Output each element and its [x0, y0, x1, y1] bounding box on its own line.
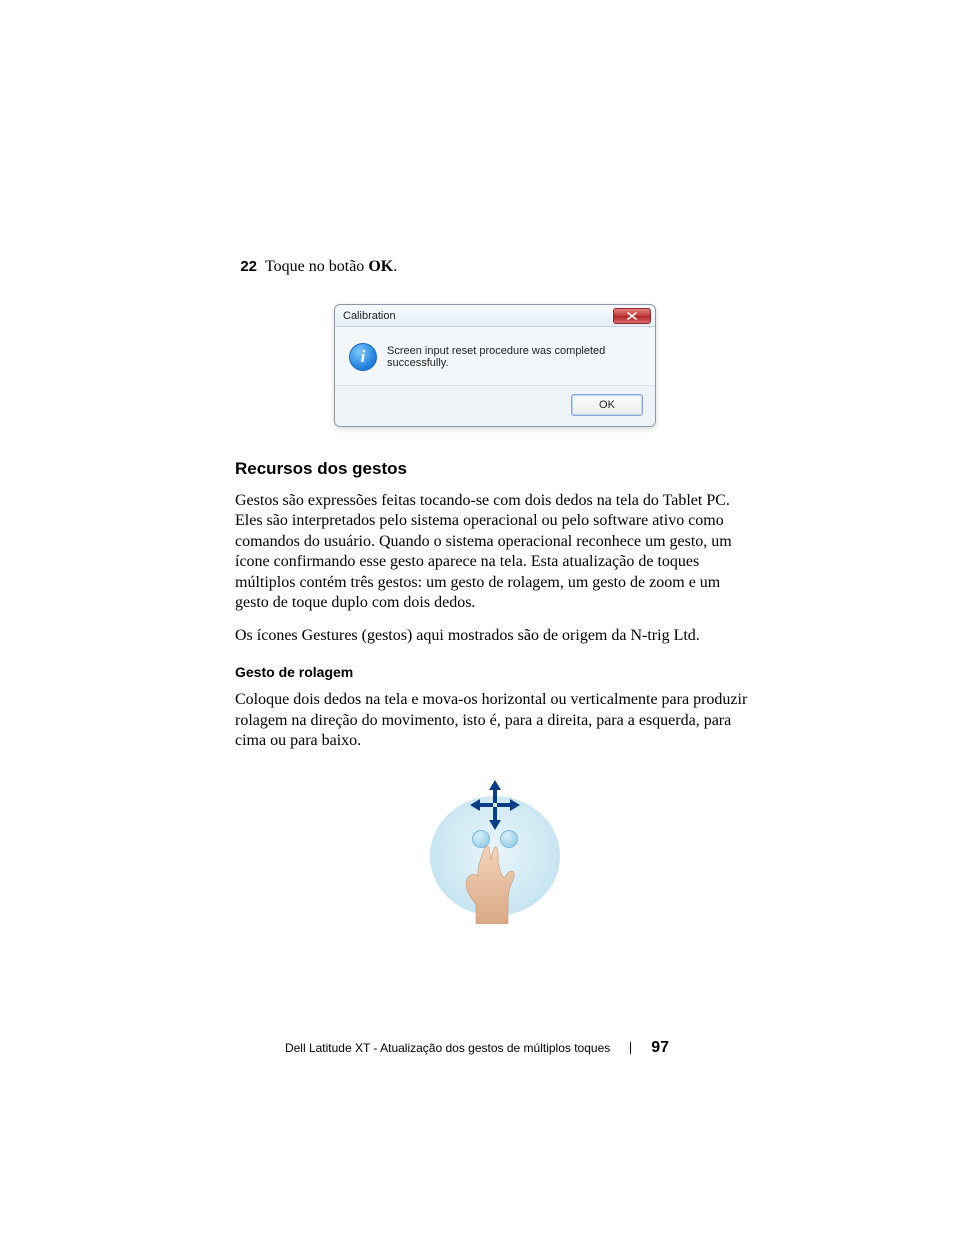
calibration-dialog: Calibration i Screen input reset procedu… [334, 304, 656, 427]
footer-page-number: 97 [651, 1039, 669, 1057]
dialog-title: Calibration [343, 310, 396, 322]
page-footer: Dell Latitude XT - Atualização dos gesto… [0, 1039, 954, 1057]
section-heading: Recursos dos gestos [235, 459, 755, 479]
dialog-titlebar: Calibration [335, 305, 655, 327]
subsection-paragraph: Coloque dois dedos na tela e mova-os hor… [235, 690, 755, 751]
move-arrows-icon [470, 780, 520, 830]
section-paragraph-2: Os ícones Gestures (gestos) aqui mostrad… [235, 626, 755, 646]
numbered-step: 22 Toque no botão OK. [235, 258, 755, 276]
step-number: 22 [235, 258, 257, 276]
footer-separator [630, 1042, 631, 1054]
dialog-screenshot: Calibration i Screen input reset procedu… [235, 304, 755, 427]
step-text: Toque no botão OK. [265, 258, 397, 276]
close-icon [627, 312, 637, 320]
close-button[interactable] [613, 308, 651, 324]
scroll-gesture-figure [235, 774, 755, 924]
dialog-message: Screen input reset procedure was complet… [387, 345, 641, 369]
dialog-actions: OK [335, 386, 655, 426]
dialog-body: i Screen input reset procedure was compl… [335, 327, 655, 386]
subsection-heading: Gesto de rolagem [235, 664, 755, 680]
footer-title: Dell Latitude XT - Atualização dos gesto… [285, 1041, 610, 1055]
info-icon: i [349, 343, 377, 371]
hand-icon [460, 846, 530, 924]
ok-button[interactable]: OK [571, 394, 643, 416]
section-paragraph-1: Gestos são expressões feitas tocando-se … [235, 491, 755, 614]
step-text-after: . [393, 258, 397, 275]
step-text-before: Toque no botão [265, 258, 368, 275]
step-text-bold: OK [368, 258, 393, 275]
